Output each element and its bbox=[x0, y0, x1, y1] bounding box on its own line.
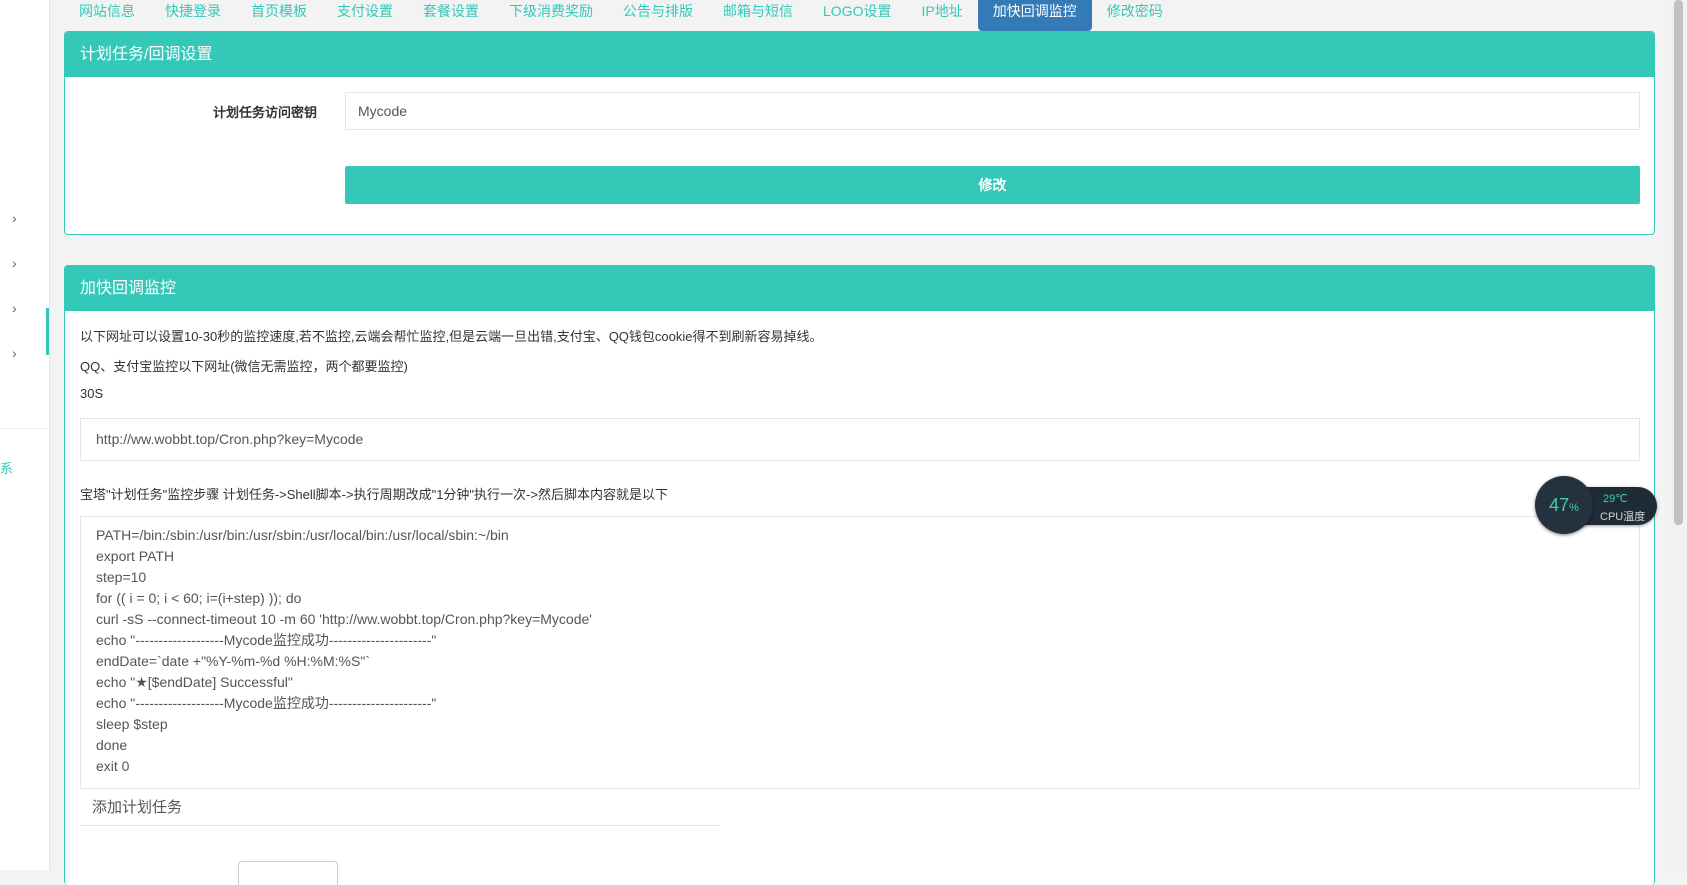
scrollbar[interactable] bbox=[1670, 0, 1687, 870]
sidebar-divider bbox=[0, 428, 48, 429]
sidebar-item-fragment[interactable]: 系 bbox=[0, 458, 13, 477]
cron-key-label: 计划任务访问密钥 bbox=[212, 105, 317, 120]
callback-monitor-panel: 加快回调监控 以下网址可以设置10-30秒的监控速度,若不监控,云端会帮忙监控,… bbox=[64, 265, 1655, 885]
tab-callback-monitor[interactable]: 加快回调监控 bbox=[977, 0, 1092, 31]
tab-referral-reward[interactable]: 下级消费奖励 bbox=[494, 0, 608, 31]
sidebar-active-indicator bbox=[46, 308, 49, 355]
sidebar-expand-arrow-icon[interactable]: › bbox=[12, 345, 17, 361]
cpu-usage-percent: 47% bbox=[1549, 495, 1579, 515]
tab-packages[interactable]: 套餐设置 bbox=[408, 0, 494, 31]
tab-change-password[interactable]: 修改密码 bbox=[1092, 0, 1178, 31]
submit-button[interactable]: 修改 bbox=[345, 166, 1640, 204]
interval-text: 30S bbox=[80, 386, 104, 401]
tab-quick-login[interactable]: 快捷登录 bbox=[150, 0, 236, 31]
tab-payment[interactable]: 支付设置 bbox=[322, 0, 408, 31]
tab-site-info[interactable]: 网站信息 bbox=[64, 0, 150, 31]
tab-announcements[interactable]: 公告与排版 bbox=[608, 0, 708, 31]
cpu-temperature-label: CPU温度 bbox=[1600, 511, 1646, 523]
sidebar-expand-arrow-icon[interactable]: › bbox=[12, 255, 17, 271]
panel-title: 加快回调监控 bbox=[65, 266, 1654, 311]
cpu-temperature-widget[interactable]: 47% 29℃ CPU温度 bbox=[1535, 476, 1657, 534]
scrollbar-thumb[interactable] bbox=[1674, 0, 1683, 525]
sidebar-expand-arrow-icon[interactable]: › bbox=[12, 210, 17, 226]
add-task-button[interactable] bbox=[238, 861, 338, 885]
sidebar: › › › › 系 bbox=[0, 0, 50, 870]
intro-text: 以下网址可以设置10-30秒的监控速度,若不监控,云端会帮忙监控,但是云端一旦出… bbox=[80, 329, 823, 344]
cron-key-input[interactable] bbox=[345, 92, 1640, 130]
settings-tabs: 网站信息 快捷登录 首页模板 支付设置 套餐设置 下级消费奖励 公告与排版 邮箱… bbox=[64, 0, 1178, 31]
note-text: QQ、支付宝监控以下网址(微信无需监控，两个都要监控) bbox=[80, 359, 408, 374]
sidebar-expand-arrow-icon[interactable]: › bbox=[12, 300, 17, 316]
cpu-temperature-value: 29℃ bbox=[1603, 493, 1628, 505]
add-task-title: 添加计划任务 bbox=[92, 799, 183, 816]
bt-steps-text: 宝塔"计划任务"监控步骤 计划任务->Shell脚本->执行周期改成"1分钟"执… bbox=[80, 487, 668, 502]
shell-script-textarea[interactable]: PATH=/bin:/sbin:/usr/bin:/usr/sbin:/usr/… bbox=[80, 516, 1640, 789]
tab-ip-address[interactable]: IP地址 bbox=[906, 0, 977, 31]
tab-logo[interactable]: LOGO设置 bbox=[808, 0, 906, 31]
tab-home-template[interactable]: 首页模板 bbox=[236, 0, 322, 31]
panel-title: 计划任务/回调设置 bbox=[65, 32, 1654, 77]
tab-email-sms[interactable]: 邮箱与短信 bbox=[708, 0, 808, 31]
monitor-url-field[interactable]: http://ww.wobbt.top/Cron.php?key=Mycode bbox=[80, 418, 1640, 461]
divider bbox=[80, 825, 720, 826]
cron-settings-panel: 计划任务/回调设置 计划任务访问密钥 修改 bbox=[64, 31, 1655, 235]
